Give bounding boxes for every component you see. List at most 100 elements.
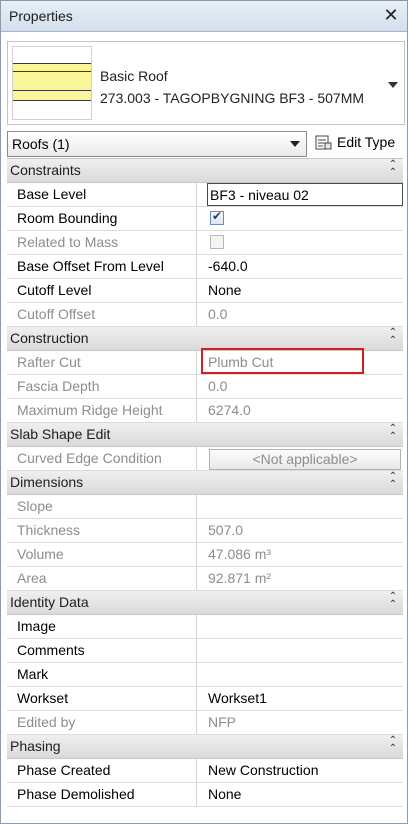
- property-row-comments[interactable]: Comments: [7, 639, 403, 663]
- property-name: Slope: [7, 495, 197, 518]
- roof-layer-line: [13, 63, 91, 64]
- property-name: Phase Created: [7, 759, 197, 782]
- property-name: Area: [7, 567, 197, 590]
- section-label: Identity Data: [10, 594, 89, 610]
- section-slab-shape-edit[interactable]: Slab Shape Edit ⌃ ⌃: [7, 423, 403, 447]
- collapse-icon[interactable]: ⌃ ⌃: [387, 472, 399, 490]
- phase-demolished-value[interactable]: None: [208, 783, 403, 806]
- property-name: Curved Edge Condition: [7, 447, 197, 470]
- section-label: Constraints: [10, 162, 81, 178]
- property-name: Image: [7, 615, 197, 638]
- property-name: Maximum Ridge Height: [7, 399, 197, 422]
- property-row-fascia-depth: Fascia Depth 0.0: [7, 375, 403, 399]
- volume-value: 47.086 m³: [208, 546, 272, 562]
- palette-titlebar[interactable]: Properties ✕: [1, 1, 407, 32]
- roof-layer-line: [13, 71, 91, 72]
- property-name: Volume: [7, 543, 197, 566]
- property-row-workset[interactable]: Workset Workset1: [7, 687, 403, 711]
- type-name-label: 273.003 - TAGOPBYGNING BF3 - 507MM: [100, 90, 365, 106]
- type-selector[interactable]: Basic Roof 273.003 - TAGOPBYGNING BF3 - …: [7, 41, 405, 125]
- property-row-room-bounding[interactable]: Room Bounding ✔: [7, 207, 403, 231]
- property-row-cutoff-level[interactable]: Cutoff Level None: [7, 279, 403, 303]
- property-row-rafter-cut: Rafter Cut Plumb Cut: [7, 351, 403, 375]
- property-row-base-level[interactable]: Base Level: [7, 183, 403, 207]
- property-row-base-offset[interactable]: Base Offset From Level -640.0: [7, 255, 403, 279]
- image-value[interactable]: [208, 615, 403, 638]
- instance-filter-value: Roofs (1): [12, 136, 70, 152]
- section-label: Dimensions: [10, 474, 84, 490]
- property-row-related-to-mass: Related to Mass: [7, 231, 403, 255]
- section-phasing[interactable]: Phasing ⌃ ⌃: [7, 735, 403, 759]
- property-name: Phase Demolished: [7, 783, 197, 806]
- property-row-thickness: Thickness 507.0: [7, 519, 403, 543]
- property-row-edited-by: Edited by NFP: [7, 711, 403, 735]
- slope-value: [208, 495, 403, 518]
- property-name: Cutoff Offset: [7, 303, 197, 326]
- section-label: Phasing: [10, 738, 61, 754]
- collapse-icon[interactable]: ⌃ ⌃: [387, 592, 399, 610]
- property-row-image[interactable]: Image: [7, 615, 403, 639]
- edit-type-icon: [315, 135, 332, 150]
- property-row-cutoff-offset: Cutoff Offset 0.0: [7, 303, 403, 327]
- instance-filter-dropdown[interactable]: Roofs (1): [7, 131, 307, 157]
- mark-value[interactable]: [208, 663, 403, 686]
- property-grid: Constraints ⌃⌃ Base Level Room Bounding …: [7, 158, 403, 807]
- fascia-depth-value: 0.0: [208, 378, 228, 394]
- room-bounding-checkbox[interactable]: ✔: [210, 209, 224, 225]
- property-name: Edited by: [7, 711, 197, 734]
- collapse-icon[interactable]: ⌃ ⌃: [387, 736, 399, 754]
- property-name: Workset: [7, 687, 197, 710]
- edit-type-label: Edit Type: [337, 134, 396, 150]
- section-identity-data[interactable]: Identity Data ⌃ ⌃: [7, 591, 403, 615]
- property-row-volume: Volume 47.086 m³: [7, 543, 403, 567]
- edited-by-value: NFP: [208, 714, 236, 730]
- roof-type-preview-image[interactable]: [12, 46, 92, 120]
- property-row-area: Area 92.871 m²: [7, 567, 403, 591]
- roof-layer-line: [13, 100, 91, 101]
- property-row-mark[interactable]: Mark: [7, 663, 403, 687]
- collapse-icon[interactable]: ⌃ ⌃: [387, 328, 399, 346]
- properties-palette: Properties ✕ Basic Roof 273.003 - TAGOPB…: [0, 0, 408, 824]
- palette-title: Properties: [9, 8, 73, 24]
- section-construction[interactable]: Construction ⌃ ⌃: [7, 327, 403, 351]
- property-row-phase-demolished[interactable]: Phase Demolished None: [7, 783, 403, 807]
- cutoff-level-value[interactable]: None: [208, 279, 403, 302]
- property-name: Rafter Cut: [7, 351, 197, 374]
- edit-type-button[interactable]: Edit Type: [313, 131, 403, 155]
- roof-layer-line: [13, 90, 91, 91]
- property-name: Fascia Depth: [7, 375, 197, 398]
- comments-value[interactable]: [208, 639, 403, 662]
- max-ridge-height-value: 6274.0: [208, 402, 251, 418]
- workset-value[interactable]: Workset1: [208, 687, 403, 710]
- property-name: Base Level: [7, 183, 197, 206]
- property-name: Mark: [7, 663, 197, 686]
- type-family-label: Basic Roof: [100, 68, 168, 84]
- property-row-slope: Slope: [7, 495, 403, 519]
- related-to-mass-checkbox: [210, 235, 224, 249]
- property-name: Cutoff Level: [7, 279, 197, 302]
- section-constraints[interactable]: Constraints ⌃ ⌃: [7, 159, 403, 183]
- phase-created-value[interactable]: New Construction: [208, 759, 403, 782]
- roof-layer-fill: [13, 63, 91, 101]
- base-level-field[interactable]: [207, 183, 403, 206]
- property-name: Related to Mass: [7, 231, 197, 254]
- collapse-icon[interactable]: ⌃ ⌃: [387, 424, 399, 442]
- property-name: Base Offset From Level: [7, 255, 197, 278]
- property-row-max-ridge-height: Maximum Ridge Height 6274.0: [7, 399, 403, 423]
- property-row-curved-edge: Curved Edge Condition <Not applicable>: [7, 447, 403, 471]
- collapse-icon[interactable]: ⌃ ⌃: [387, 160, 399, 178]
- chevron-down-icon[interactable]: [388, 82, 398, 88]
- close-icon[interactable]: ✕: [381, 5, 401, 25]
- thickness-value: 507.0: [208, 522, 244, 538]
- property-name: Thickness: [7, 519, 197, 542]
- section-label: Slab Shape Edit: [10, 426, 111, 442]
- property-row-phase-created[interactable]: Phase Created New Construction: [7, 759, 403, 783]
- base-offset-value[interactable]: -640.0: [208, 255, 403, 278]
- cutoff-offset-value: 0.0: [208, 306, 228, 322]
- curved-edge-button: <Not applicable>: [209, 449, 401, 470]
- rafter-cut-value: Plumb Cut: [208, 354, 274, 370]
- area-value: 92.871 m²: [208, 570, 272, 586]
- property-name: Room Bounding: [7, 207, 197, 230]
- section-dimensions[interactable]: Dimensions ⌃ ⌃: [7, 471, 403, 495]
- section-label: Construction: [10, 330, 89, 346]
